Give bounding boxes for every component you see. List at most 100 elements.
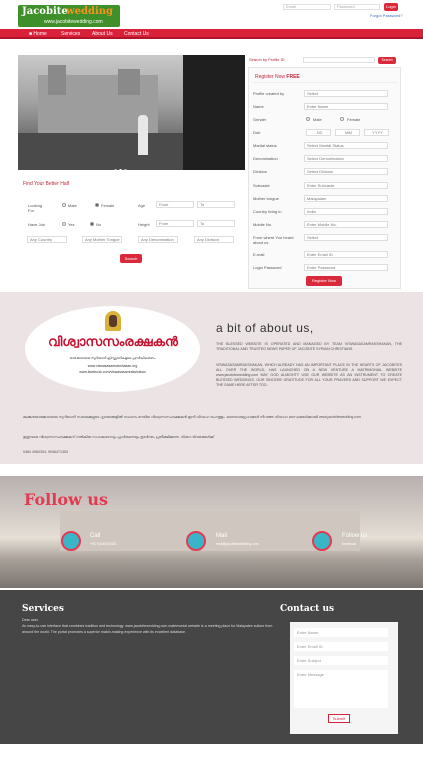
site-logo[interactable]: Jacobite wedding www.jacobitewedding.com: [18, 5, 120, 27]
slider-photo-tower: [48, 65, 66, 95]
logo-text-jacobite: Jacobite: [22, 6, 68, 17]
about-paragraph-2: VISWASASAMRAKSHAKAN, WHICH ALREADY HAS A…: [216, 363, 402, 387]
contact-submit-button[interactable]: Submit: [328, 714, 350, 723]
about-paragraph-1: THE BLESSED WEBSITE IS OPERATED AND MANA…: [216, 342, 402, 351]
looking-female-radio[interactable]: [95, 203, 99, 207]
looking-male-radio[interactable]: [62, 203, 66, 207]
phone-icon[interactable]: [61, 531, 81, 551]
dob-month-select[interactable]: MM: [335, 129, 360, 136]
photo-slider[interactable]: [18, 55, 245, 170]
register-label: E-mail: [253, 252, 265, 257]
gender-male-radio[interactable]: [306, 117, 310, 121]
nav-home[interactable]: ■ Home: [29, 31, 47, 37]
height-from-select[interactable]: From: [156, 220, 194, 227]
any-country-select[interactable]: Any Country: [27, 236, 67, 243]
register-field-input[interactable]: Enter Password: [304, 264, 388, 271]
gender-female-radio[interactable]: [340, 117, 344, 121]
height-to-select[interactable]: To: [197, 220, 235, 227]
facebook-link[interactable]: facebook: [342, 542, 356, 546]
looking-female-label: Female: [101, 203, 115, 208]
looking-male-label: Male: [68, 203, 77, 208]
register-field-input[interactable]: Enter Name: [304, 103, 388, 110]
register-field-input[interactable]: Select Division: [304, 168, 388, 175]
any-division-select[interactable]: Any Division: [194, 236, 234, 243]
register-label: Mother tongue: [253, 196, 279, 201]
find-title: Find Your Better Half: [23, 181, 70, 187]
age-to-select[interactable]: To: [197, 201, 235, 208]
gender-female-label: Female: [347, 117, 361, 122]
job-no-radio[interactable]: [90, 222, 94, 226]
contact-message-input[interactable]: Enter Message: [294, 670, 388, 708]
nav-home-label: Home: [33, 31, 47, 37]
contact-form: Enter Name Enter Email ID Enter Subject …: [290, 622, 398, 734]
slider-photo-shadow: [183, 55, 245, 170]
register-field-input[interactable]: Enter Email ID: [304, 251, 388, 258]
dob-year-select[interactable]: YYYY: [364, 129, 389, 136]
login-button[interactable]: Login: [384, 3, 398, 11]
job-no-label: No: [96, 222, 102, 227]
login-password-input[interactable]: Password: [334, 4, 380, 10]
register-field-input[interactable]: Enter Mobile No.: [304, 221, 388, 228]
login-email-input[interactable]: Email: [283, 4, 331, 10]
slider-photo-couple: [138, 115, 148, 155]
register-field-input[interactable]: Select: [304, 234, 388, 241]
nav-contact-us[interactable]: Contact Us: [124, 31, 149, 37]
follow-label: Follow us: [342, 533, 368, 539]
about-section: വിശ്വാസസംരക്ഷകൻ യാക്കോബായ സുറിയാനി ക്രിസ…: [0, 292, 423, 464]
about-malayalam-1: മലങ്കരയാക്കോബായ സുറിയാനി സഭാമക്കളുടെ ഹൃദ…: [23, 415, 362, 419]
register-title-text: Register Now: [255, 74, 287, 80]
gender-male-label: Male: [313, 117, 322, 122]
home-icon: ■: [29, 31, 33, 37]
follow-section: Follow us Call +91 9446471353 Mail mail@…: [0, 476, 423, 588]
register-label: Login Password: [253, 265, 282, 270]
about-phone: 0484 4960304, 9946471353: [23, 450, 68, 454]
contact-title: Contact us: [280, 604, 335, 614]
newspaper-site: www.viswasasamrakshakan.org: [87, 364, 138, 368]
register-field-input[interactable]: Malayalam: [304, 195, 388, 202]
contact-email-input[interactable]: Enter Email ID: [294, 642, 388, 651]
slider-dots[interactable]: [113, 159, 128, 170]
age-from-select[interactable]: From: [156, 201, 194, 208]
mail-icon[interactable]: [186, 531, 206, 551]
about-heading: a bit of about us,: [216, 321, 314, 335]
any-mother-tongue-select[interactable]: Any Mother Tongue: [82, 236, 122, 243]
profile-search-button[interactable]: Search: [378, 57, 396, 64]
services-text: An easy-to-use interface that combines t…: [22, 624, 273, 634]
job-yes-radio[interactable]: [62, 222, 66, 226]
newspaper-facebook: www.facebook.com/viswasasamrakshakan: [79, 370, 146, 374]
register-label: Subcaste: [253, 183, 270, 188]
height-label: Height: [138, 222, 150, 227]
contact-name-input[interactable]: Enter Name: [294, 628, 388, 637]
forgot-password-link[interactable]: Forgot Password?: [370, 13, 402, 18]
divider: [252, 82, 398, 83]
contact-subject-input[interactable]: Enter Subject: [294, 656, 388, 665]
main-nav: ■ Home Services About Us Contact Us: [0, 29, 423, 39]
page: Jacobite wedding www.jacobitewedding.com…: [0, 0, 423, 766]
services-section: Services Dear user, An easy-to-use inter…: [0, 590, 423, 744]
any-denomination-select[interactable]: Any Denomination: [138, 236, 178, 243]
register-now-button[interactable]: Register Now: [306, 276, 342, 286]
register-field-input[interactable]: Select Marital Status: [304, 142, 388, 149]
thumbs-up-icon[interactable]: [312, 531, 332, 551]
newspaper-title: വിശ്വാസസംരക്ഷകൻ: [48, 334, 178, 349]
register-label: Dob: [253, 130, 261, 135]
nav-services[interactable]: Services: [61, 31, 80, 37]
portrait-figure: [109, 315, 117, 327]
mail-label: Mail: [216, 533, 228, 539]
register-label: Gender: [253, 117, 267, 122]
register-title: Register Now FREE: [255, 74, 300, 80]
nav-about-us[interactable]: About Us: [92, 31, 113, 37]
age-label: Age: [138, 203, 146, 208]
dob-day-select[interactable]: DD: [306, 129, 331, 136]
register-field-input[interactable]: India: [304, 208, 388, 215]
find-search-button[interactable]: Search: [120, 254, 142, 263]
register-label: Mobile No.: [253, 222, 273, 227]
call-value: +91 9446471353: [90, 542, 117, 546]
register-field-input[interactable]: Select: [304, 90, 388, 97]
register-label: Marital status: [253, 143, 277, 148]
register-field-input[interactable]: Enter Subcaste: [304, 182, 388, 189]
profile-id-input[interactable]: [303, 57, 375, 63]
newspaper-subtitle: യാക്കോബായ സുറിയാനി ക്രിസ്ത്യാനികളുടെ പ്ര…: [69, 356, 156, 360]
search-profile-label: Search by Profile ID: [249, 57, 285, 62]
register-field-input[interactable]: Select Denomination: [304, 155, 388, 162]
